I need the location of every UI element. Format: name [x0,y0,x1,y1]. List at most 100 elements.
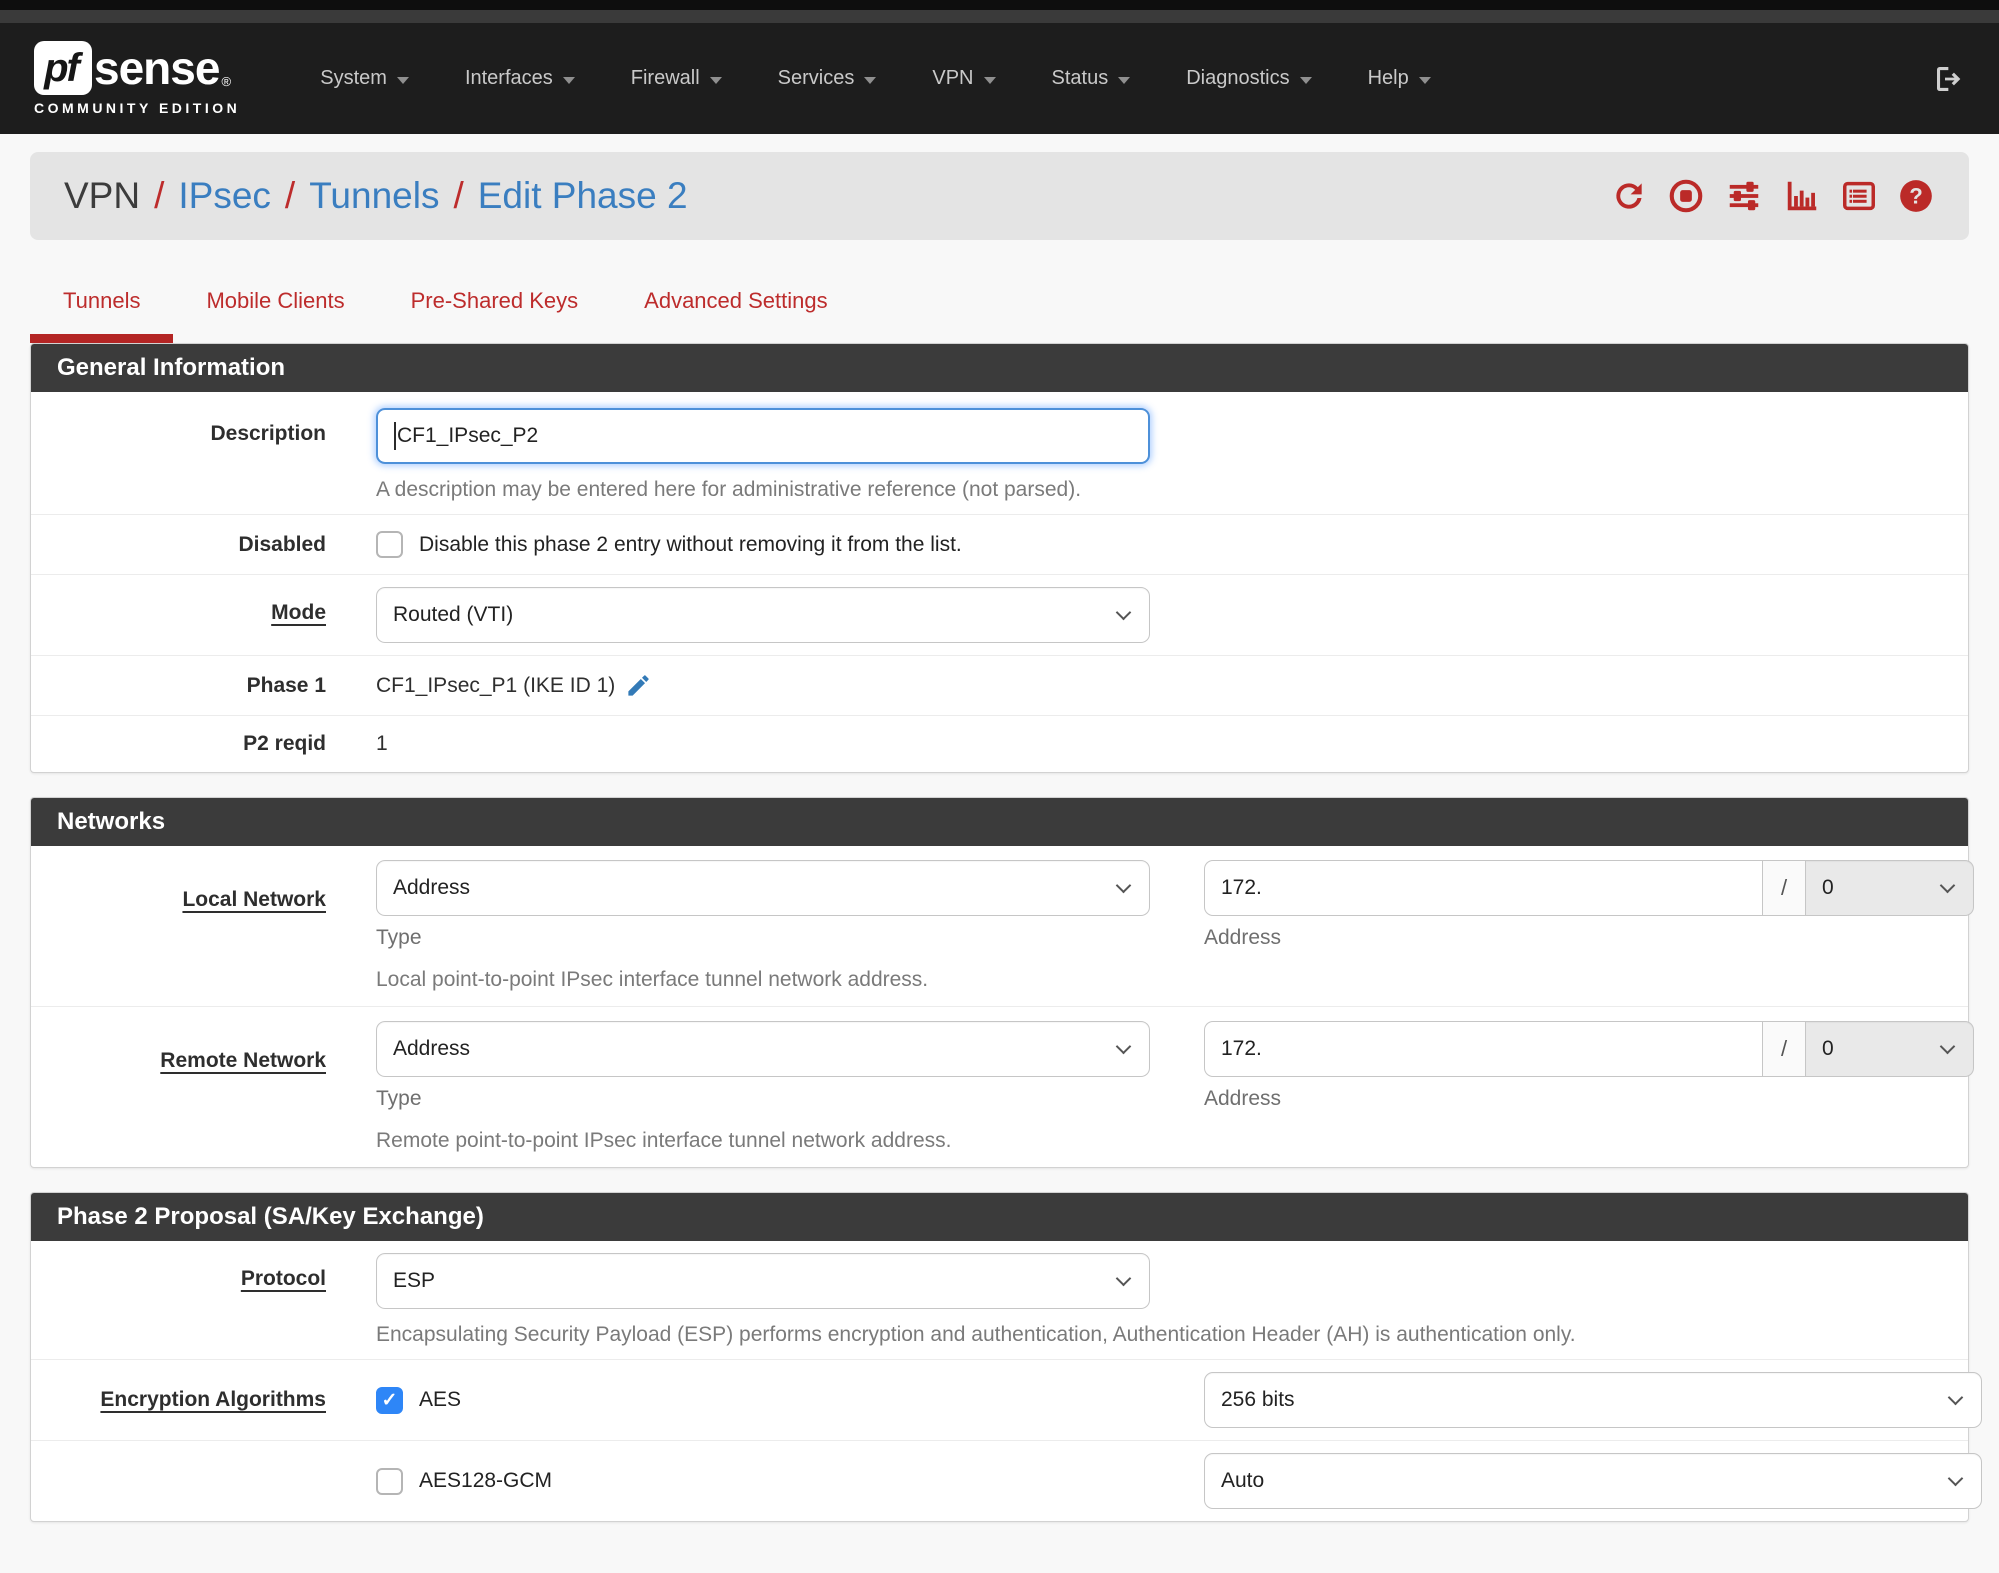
top-navbar: pf sense ® COMMUNITY EDITION System Inte… [0,23,1999,134]
nav-menu: System Interfaces Firewall Services VPN … [292,67,1458,90]
local-network-help: Local point-to-point IPsec interface tun… [376,968,929,991]
nav-item-diagnostics[interactable]: Diagnostics [1158,67,1339,90]
sense-logo-text: sense [94,42,220,94]
tab-mobile-clients[interactable]: Mobile Clients [173,288,377,343]
breadcrumb-ipsec-link[interactable]: IPsec [178,175,271,217]
breadcrumb-separator: / [154,175,165,216]
breadcrumb-edit-phase2-link[interactable]: Edit Phase 2 [478,175,688,217]
description-input[interactable]: CF1_IPsec_P2 [376,408,1150,464]
tab-tunnels[interactable]: Tunnels [30,288,174,343]
local-network-address-input[interactable]: 172. [1204,860,1762,916]
disabled-checkbox[interactable] [376,531,403,558]
local-network-label: Local Network [182,888,326,911]
list-icon[interactable] [1840,177,1878,215]
chevron-down-icon [983,76,996,84]
protocol-help: Encapsulating Security Payload (ESP) per… [376,1323,1576,1346]
breadcrumb-separator: / [284,175,296,216]
phase1-label: Phase 1 [246,673,326,697]
p2reqid-value: 1 [376,732,388,755]
remote-network-row: Remote Network Address Type 172. / 0 Add… [31,1007,1974,1167]
breadcrumb-separator: / [453,175,464,216]
encryption-algorithms-label: Encryption Algorithms [100,1388,326,1411]
mode-row: Mode Routed (VTI) [31,575,1968,656]
remote-type-caption: Type [376,1087,422,1110]
description-label: Description [210,422,326,445]
chevron-down-icon [1115,877,1132,893]
networks-panel: Networks Local Network Address Type 172. [30,797,1974,1168]
local-address-caption: Address [1204,926,1282,949]
stop-circle-icon[interactable] [1667,177,1705,215]
nav-item-services[interactable]: Services [750,67,905,90]
chevron-down-icon [1939,1038,1956,1054]
general-information-header: General Information [31,344,1968,392]
aes-bits-select[interactable]: 256 bits [1204,1372,1982,1428]
tab-advanced-settings[interactable]: Advanced Settings [611,288,860,343]
mode-select[interactable]: Routed (VTI) [376,587,1150,643]
chevron-down-icon [1115,604,1132,620]
aes128gcm-bits-select[interactable]: Auto [1204,1453,1982,1509]
encryption-aes128gcm-row: AES128-GCM Auto [31,1441,1982,1521]
description-row: Description CF1_IPsec_P2 A description m… [31,392,1968,515]
remote-network-prefix-select[interactable]: 0 [1806,1021,1974,1077]
registered-mark: ® [221,74,232,89]
mode-label: Mode [271,601,326,624]
local-network-prefix-select[interactable]: 0 [1806,860,1974,916]
aes128gcm-checkbox[interactable] [376,1467,403,1495]
svg-text:?: ? [1909,184,1923,209]
p2reqid-row: P2 reqid 1 [31,716,1968,772]
logout-button[interactable] [1933,63,1965,95]
refresh-icon[interactable] [1610,177,1648,215]
remote-network-address-input[interactable]: 172. [1204,1021,1762,1077]
remote-network-type-select[interactable]: Address [376,1021,1150,1077]
chevron-down-icon [864,76,877,84]
aes-checkbox[interactable] [376,1386,403,1414]
local-type-caption: Type [376,926,422,949]
chevron-down-icon [1947,1389,1964,1405]
community-edition-label: COMMUNITY EDITION [34,100,241,116]
chevron-down-icon [709,76,722,84]
tab-pre-shared-keys[interactable]: Pre-Shared Keys [378,288,612,343]
chevron-down-icon [1115,1038,1132,1054]
remote-network-label: Remote Network [160,1049,326,1072]
remote-network-help: Remote point-to-point IPsec interface tu… [376,1129,952,1152]
nav-item-vpn[interactable]: VPN [904,67,1023,90]
pf-logo-text: pf [44,45,80,90]
nav-item-interfaces[interactable]: Interfaces [437,67,603,90]
breadcrumb: VPN / IPsec / Tunnels / Edit Phase 2 ? [30,152,1969,240]
chevron-down-icon [1418,76,1431,84]
pfsense-logo[interactable]: pf sense ® COMMUNITY EDITION [34,41,240,116]
chevron-down-icon [1299,76,1312,84]
encryption-aes-row: Encryption Algorithms AES 256 bits [31,1360,1982,1441]
phase2-proposal-panel: Phase 2 Proposal (SA/Key Exchange) Proto… [30,1192,1982,1522]
local-network-row: Local Network Address Type 172. / 0 Addr… [31,846,1974,1007]
phase1-row: Phase 1 CF1_IPsec_P1 (IKE ID 1) [31,656,1968,716]
description-help: A description may be entered here for ad… [376,478,1082,501]
sliders-icon[interactable] [1724,177,1764,215]
window-top-strip [0,0,1999,10]
breadcrumb-actions: ? [1610,177,1935,215]
phase1-value: CF1_IPsec_P1 (IKE ID 1) [376,673,616,697]
networks-header: Networks [31,798,1968,846]
breadcrumb-tunnels-link[interactable]: Tunnels [309,175,439,217]
help-icon[interactable]: ? [1897,177,1935,215]
protocol-select[interactable]: ESP [376,1253,1150,1309]
general-information-panel: General Information Description CF1_IPse… [30,343,1969,773]
chevron-down-icon [1115,1270,1132,1286]
edit-phase1-button[interactable] [625,672,652,699]
bar-chart-icon[interactable] [1783,177,1821,215]
chevron-down-icon [1118,76,1131,84]
remote-address-caption: Address [1204,1087,1282,1110]
local-network-type-select[interactable]: Address [376,860,1150,916]
nav-item-status[interactable]: Status [1024,67,1159,90]
breadcrumb-vpn: VPN [64,175,141,216]
protocol-row: Protocol ESP Encapsulating Security Payl… [31,1241,1968,1360]
nav-item-system[interactable]: System [292,67,437,90]
text-caret [394,422,396,450]
aes-checkbox-label: AES [419,1388,462,1411]
nav-item-firewall[interactable]: Firewall [603,67,750,90]
nav-item-help[interactable]: Help [1340,67,1459,90]
p2reqid-label: P2 reqid [243,732,326,755]
pencil-icon [628,675,649,696]
disabled-checkbox-label: Disable this phase 2 entry without remov… [419,532,962,556]
aes128gcm-checkbox-label: AES128-GCM [419,1469,553,1492]
